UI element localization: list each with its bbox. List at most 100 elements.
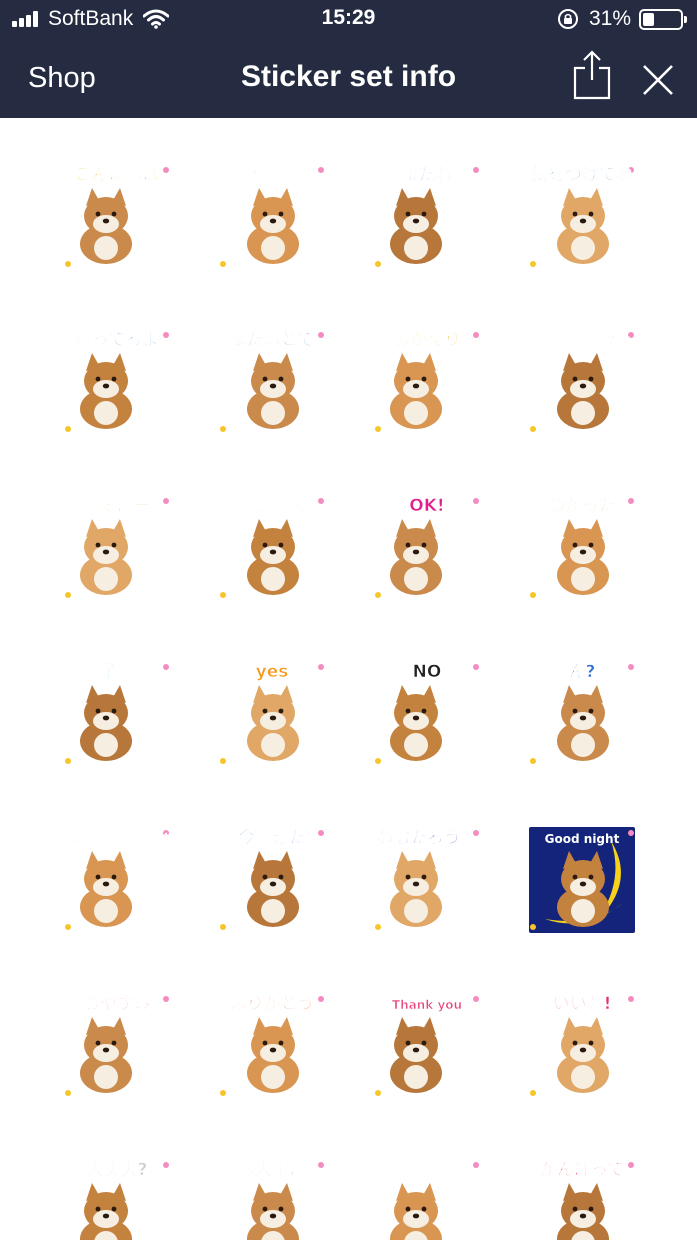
sticker-image: おかえり xyxy=(375,330,479,432)
sticker-caption: こんにちは xyxy=(75,165,160,185)
share-button[interactable] xyxy=(570,48,614,100)
battery-percent: 31% xyxy=(588,7,631,30)
sticker-item[interactable]: わかった xyxy=(525,491,639,605)
sticker-image: NO xyxy=(375,662,479,764)
sticker-image: いってらっしゃい xyxy=(220,167,324,267)
shiba-dog-icon xyxy=(557,519,609,595)
shiba-dog-icon xyxy=(390,1183,442,1240)
sticker-caption: がんばって xyxy=(540,1159,624,1180)
sticker-item[interactable]: OK! xyxy=(370,491,484,605)
shiba-dog-icon xyxy=(247,188,299,264)
shiba-dog-icon xyxy=(80,1183,132,1240)
shiba-dog-icon xyxy=(247,353,299,429)
sticker-caption: あそぼー xyxy=(83,496,151,516)
sticker-image: Good night xyxy=(529,827,635,933)
sticker-image: ありがとう xyxy=(220,993,324,1096)
sticker-item[interactable]: Good night xyxy=(525,823,639,937)
sticker-image: わかった xyxy=(530,496,634,598)
shiba-dog-icon xyxy=(390,851,442,927)
shiba-dog-icon xyxy=(557,1017,609,1093)
sticker-item[interactable]: いってらっしゃい xyxy=(215,160,329,274)
sticker-caption: yes xyxy=(256,662,289,682)
sticker-caption: 待ってるよ xyxy=(75,329,159,350)
sticker-item[interactable]: 気をつけてね xyxy=(525,160,639,274)
shiba-dog-icon xyxy=(557,685,609,761)
sticker-item[interactable]: yes xyxy=(215,657,329,771)
sticker-item[interactable]: おやすみ xyxy=(60,989,174,1103)
sticker-item[interactable]: おはようございます xyxy=(60,823,174,937)
shiba-dog-icon xyxy=(557,1183,609,1240)
sticker-caption: ん? xyxy=(569,662,596,682)
sticker-item[interactable]: 待ってるよ xyxy=(60,325,174,439)
sticker-item[interactable]: Thank you xyxy=(370,989,484,1103)
sticker-item[interactable]: あそぼー xyxy=(60,491,174,605)
sticker-image: おやすみ xyxy=(65,994,169,1096)
sticker-item[interactable] xyxy=(370,1155,484,1240)
sticker-item[interactable]: ねむたろう。 xyxy=(370,823,484,937)
sticker-image: おはようございます xyxy=(63,830,171,930)
shiba-dog-icon xyxy=(80,851,132,927)
sticker-image: またあとで xyxy=(220,330,324,432)
sticker-caption: Good night xyxy=(545,832,620,846)
navigation-bar: Shop Sticker set info xyxy=(0,40,697,118)
sticker-image: ん? xyxy=(530,662,634,764)
status-bar: SoftBank 15:29 31% xyxy=(0,0,697,40)
shiba-dog-icon xyxy=(247,1183,299,1240)
sticker-caption: 気をつけてね xyxy=(530,164,633,185)
sticker-image: こんにちは xyxy=(65,165,169,267)
sticker-image: ねむたろう。 xyxy=(375,828,479,930)
sticker-item[interactable]: わーい わーい xyxy=(215,491,329,605)
sticker-caption: わかった xyxy=(548,496,616,516)
sticker-caption: 今起きた xyxy=(238,827,306,848)
shiba-dog-icon xyxy=(557,353,609,429)
shiba-dog-icon xyxy=(247,519,299,595)
shiba-dog-icon xyxy=(557,188,609,264)
sticker-item[interactable]: こんにちは xyxy=(60,160,174,274)
sticker-image: 気をつけてね xyxy=(530,164,634,267)
sticker-item[interactable]: またあとで xyxy=(215,325,329,439)
sticker-item[interactable]: おつかれさまです xyxy=(525,325,639,439)
battery-icon xyxy=(639,8,687,30)
sticker-image: あそぼー xyxy=(65,496,169,598)
sticker-item[interactable]: 了解 xyxy=(60,657,174,771)
shop-back-button[interactable]: Shop xyxy=(28,62,96,95)
sticker-caption: お大事に xyxy=(238,1159,306,1180)
sticker-caption: いいね! xyxy=(553,994,612,1014)
sticker-item[interactable]: がんばって xyxy=(525,1155,639,1240)
sticker-caption: ありがとう xyxy=(230,993,315,1014)
sticker-image: 今起きた xyxy=(220,827,324,930)
sticker-image: わーい わーい xyxy=(220,498,324,598)
shiba-dog-icon xyxy=(390,353,442,429)
sticker-caption: またね xyxy=(402,165,453,185)
shiba-dog-icon xyxy=(247,851,299,927)
sticker-item[interactable]: いいね! xyxy=(525,989,639,1103)
sticker-caption: ねむたろう。 xyxy=(377,828,477,848)
sticker-caption: Thank you xyxy=(392,998,462,1012)
sticker-image: いいね! xyxy=(530,994,634,1096)
sticker-item[interactable]: またね xyxy=(370,160,484,274)
shiba-dog-icon xyxy=(80,1017,132,1093)
shiba-dog-icon xyxy=(390,519,442,595)
sticker-item[interactable]: 今起きた xyxy=(215,823,329,937)
sticker-caption: おかえり xyxy=(393,330,461,350)
sticker-image: がんばって xyxy=(540,1159,634,1240)
shiba-dog-icon xyxy=(247,685,299,761)
sticker-caption: OK! xyxy=(409,496,444,516)
sticker-item[interactable]: ありがとう xyxy=(215,989,329,1103)
sticker-image: 大丈夫? xyxy=(80,1159,169,1240)
close-button[interactable] xyxy=(640,62,676,98)
shiba-dog-icon xyxy=(390,685,442,761)
sticker-item[interactable]: 大丈夫? xyxy=(60,1155,174,1240)
sticker-item[interactable]: NO xyxy=(370,657,484,771)
share-icon xyxy=(573,50,611,100)
sticker-item[interactable]: おかえり xyxy=(370,325,484,439)
sticker-item[interactable]: ん? xyxy=(525,657,639,771)
sticker-caption: NO xyxy=(413,662,442,682)
sticker-image: Thank you xyxy=(375,996,479,1096)
shiba-dog-icon xyxy=(80,685,132,761)
sticker-caption: おつかれさまです xyxy=(534,334,630,348)
sticker-item[interactable]: お大事に xyxy=(215,1155,329,1240)
sticker-image: またね xyxy=(375,165,479,267)
sticker-image xyxy=(390,1162,479,1240)
rotation-lock-icon xyxy=(557,9,578,29)
